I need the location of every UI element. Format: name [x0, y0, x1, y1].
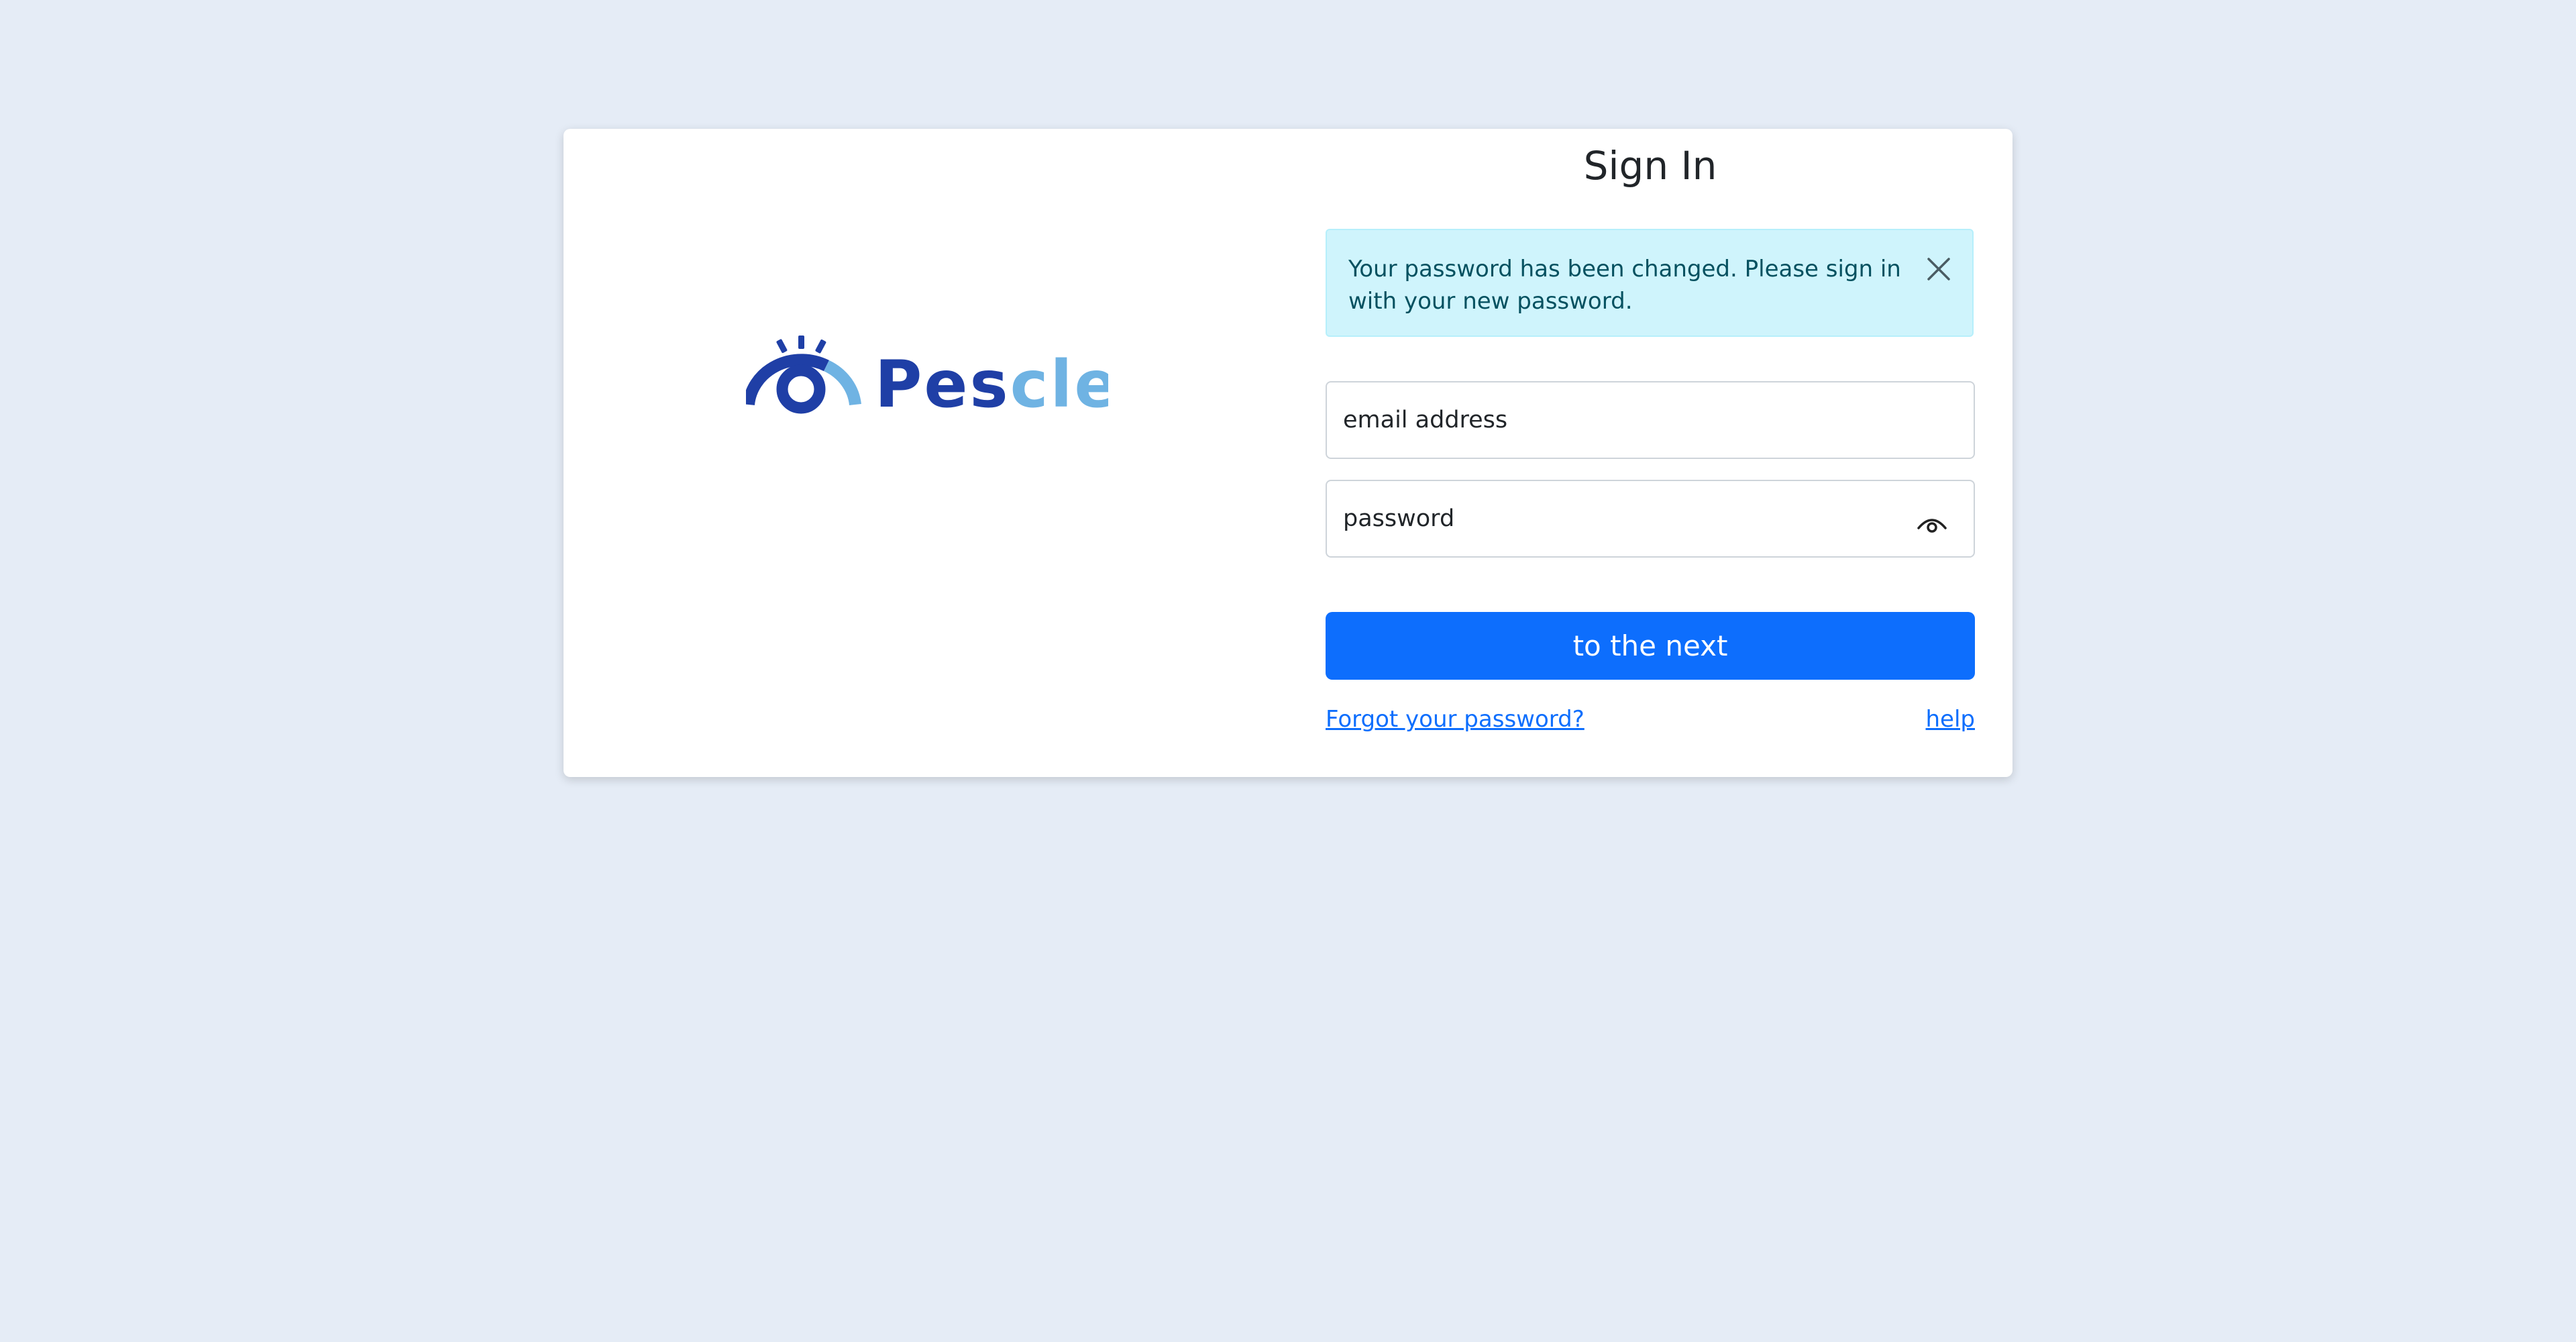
password-field-wrapper — [1326, 480, 1975, 558]
password-changed-alert: Your password has been changed. Please s… — [1326, 229, 1974, 337]
close-icon[interactable] — [1925, 256, 1952, 282]
next-button[interactable]: to the next — [1326, 612, 1975, 680]
logo-light-arc — [823, 360, 861, 406]
eye-icon[interactable] — [1916, 511, 1948, 535]
help-link[interactable]: help — [1926, 706, 1976, 733]
pescle-logo: Pescle — [746, 336, 1108, 419]
logo-eye-rays — [776, 336, 826, 354]
alert-message: Your password has been changed. Please s… — [1348, 256, 1901, 315]
logo-text-cle: cle — [1010, 347, 1108, 419]
svg-text:Pescle: Pescle — [875, 347, 1108, 419]
email-field[interactable] — [1343, 382, 1920, 458]
logo-text-pes: Pes — [875, 347, 1010, 419]
signin-links: Forgot your password? help — [1326, 706, 1975, 739]
forgot-password-link[interactable]: Forgot your password? — [1326, 706, 1585, 733]
password-field[interactable] — [1343, 481, 1920, 556]
page-title: Sign In — [1583, 143, 1717, 189]
logo-pupil — [776, 364, 826, 414]
email-field-wrapper — [1326, 381, 1975, 459]
